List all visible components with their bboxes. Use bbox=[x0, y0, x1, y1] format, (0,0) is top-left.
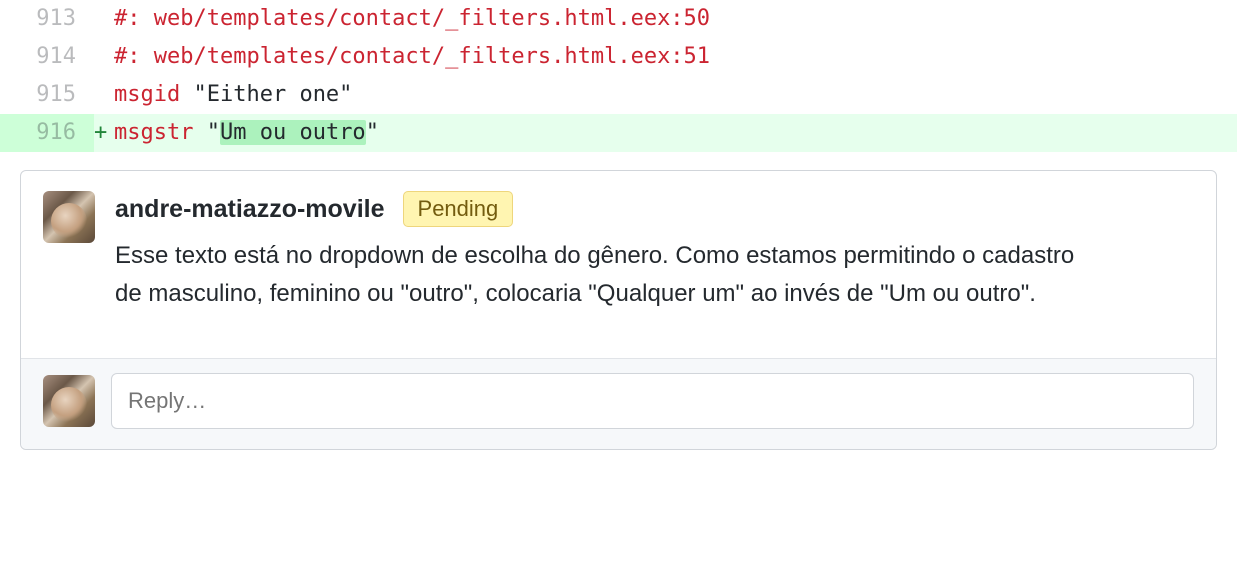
line-marker bbox=[94, 38, 114, 76]
line-marker bbox=[94, 76, 114, 114]
diff-line[interactable]: 914 #: web/templates/contact/_filters.ht… bbox=[0, 38, 1237, 76]
line-number: 916 bbox=[0, 114, 94, 152]
line-content: #: web/templates/contact/_filters.html.e… bbox=[94, 38, 1237, 76]
code-token: "Either one" bbox=[193, 82, 352, 107]
comment-avatar[interactable] bbox=[43, 191, 95, 243]
comment: andre-matiazzo-movile Pending Esse texto… bbox=[21, 171, 1216, 334]
comment-body: andre-matiazzo-movile Pending Esse texto… bbox=[115, 191, 1194, 314]
code-token: " bbox=[366, 120, 379, 145]
code-token bbox=[193, 120, 206, 145]
diff-line[interactable]: 913 #: web/templates/contact/_filters.ht… bbox=[0, 0, 1237, 38]
line-content: msgid "Either one" bbox=[94, 76, 1237, 114]
reply-input[interactable] bbox=[111, 373, 1194, 429]
code-token: #: bbox=[114, 6, 141, 31]
line-marker: + bbox=[94, 114, 114, 152]
comment-text: Esse texto está no dropdown de escolha d… bbox=[115, 237, 1095, 314]
code-token: " bbox=[207, 120, 220, 145]
code-token: web/templates/contact/_filters.html.eex:… bbox=[154, 6, 710, 31]
line-content: #: web/templates/contact/_filters.html.e… bbox=[94, 0, 1237, 38]
line-number: 913 bbox=[0, 0, 94, 38]
code-token: web/templates/contact/_filters.html.eex:… bbox=[154, 44, 710, 69]
comment-author[interactable]: andre-matiazzo-movile bbox=[115, 195, 385, 224]
code-token bbox=[141, 6, 154, 31]
diff-line[interactable]: 915 msgid "Either one" bbox=[0, 76, 1237, 114]
reply-avatar[interactable] bbox=[43, 375, 95, 427]
line-content: +msgstr "Um ou outro" bbox=[94, 114, 1237, 152]
diff-block: 913 #: web/templates/contact/_filters.ht… bbox=[0, 0, 1237, 152]
line-number: 914 bbox=[0, 38, 94, 76]
code-token: msgid bbox=[114, 82, 180, 107]
code-token bbox=[180, 82, 193, 107]
code-token: msgstr bbox=[114, 120, 193, 145]
diff-line[interactable]: 916+msgstr "Um ou outro" bbox=[0, 114, 1237, 152]
line-number: 915 bbox=[0, 76, 94, 114]
code-token bbox=[141, 44, 154, 69]
pending-badge: Pending bbox=[403, 191, 514, 227]
line-marker bbox=[94, 0, 114, 38]
code-token: #: bbox=[114, 44, 141, 69]
code-token: Um ou outro bbox=[220, 120, 366, 145]
comment-thread: andre-matiazzo-movile Pending Esse texto… bbox=[20, 170, 1217, 450]
reply-row bbox=[21, 358, 1216, 449]
